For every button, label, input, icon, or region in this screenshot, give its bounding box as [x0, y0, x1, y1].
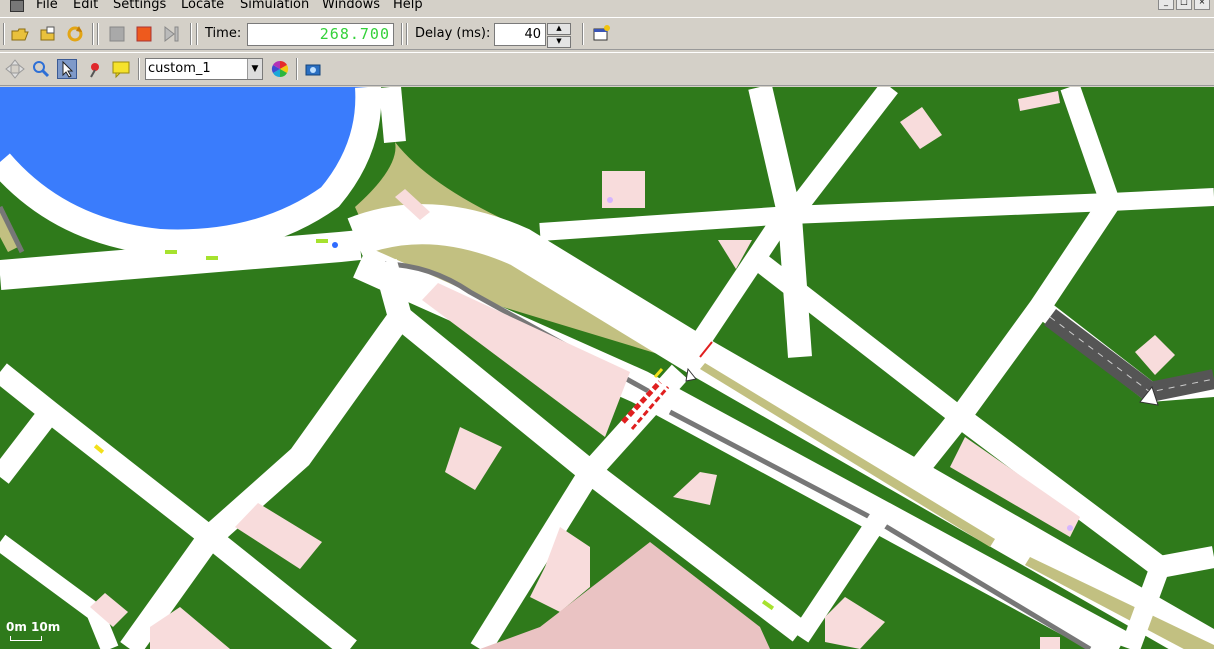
- new-window-icon: [593, 25, 610, 41]
- camera-icon: [305, 64, 321, 76]
- scale-bar: [10, 636, 42, 641]
- poi-button[interactable]: [85, 59, 105, 79]
- time-display: 268.700: [247, 23, 394, 46]
- magnifier-icon: [33, 61, 50, 78]
- menu-windows[interactable]: Windows: [322, 0, 380, 14]
- menu-locate[interactable]: Locate: [181, 0, 224, 14]
- menu-file[interactable]: File: [36, 0, 58, 14]
- color-scheme-select[interactable]: custom_1 ▼: [145, 58, 263, 80]
- toolbar-grip: [3, 23, 5, 45]
- network-map[interactable]: [0, 87, 1214, 649]
- reload-icon: [67, 26, 83, 42]
- delay-spinner[interactable]: ▲ ▼: [547, 23, 571, 48]
- delay-input[interactable]: 40: [494, 23, 546, 46]
- pin-icon: [90, 63, 99, 78]
- menu-help[interactable]: Help: [393, 0, 423, 14]
- recenter-icon: [5, 59, 25, 79]
- spin-up-icon[interactable]: ▲: [547, 23, 571, 35]
- new-view-button[interactable]: [591, 24, 611, 44]
- restore-icon[interactable]: □: [1176, 0, 1192, 10]
- locate-button[interactable]: [31, 59, 51, 79]
- screenshot-button[interactable]: [303, 59, 323, 79]
- spin-down-icon[interactable]: ▼: [547, 36, 571, 48]
- menu-edit[interactable]: Edit: [73, 0, 98, 14]
- speech-bubble-icon: [112, 61, 130, 79]
- open-config-button[interactable]: [10, 24, 30, 44]
- vehicle: [165, 250, 177, 254]
- scale-label: 0m 10m: [6, 620, 61, 634]
- stop-button-disabled[interactable]: [107, 24, 127, 44]
- stop-button[interactable]: [134, 24, 154, 44]
- open-folder-icon: [11, 28, 29, 41]
- scheme-value: custom_1: [148, 61, 211, 76]
- reload-button[interactable]: [65, 24, 85, 44]
- menu-simulation[interactable]: Simulation: [240, 0, 309, 14]
- step-button[interactable]: [161, 24, 181, 44]
- cursor-icon: [62, 60, 74, 78]
- simulation-toolbar: Time: 268.700 Delay (ms): 40 ▲ ▼: [0, 17, 1214, 50]
- highway-segment: [1044, 309, 1214, 403]
- chevron-down-icon[interactable]: ▼: [247, 59, 262, 79]
- view-toolbar: custom_1 ▼: [0, 52, 1214, 86]
- step-icon: [164, 25, 179, 43]
- network-map-canvas[interactable]: 0m 10m: [0, 87, 1214, 649]
- menu-settings[interactable]: Settings: [113, 0, 166, 14]
- color-wheel-icon: [271, 60, 289, 78]
- delay-label: Delay (ms):: [415, 26, 491, 41]
- edit-coloring-button[interactable]: [270, 59, 290, 79]
- tooltip-button[interactable]: [111, 59, 131, 79]
- time-label: Time:: [205, 26, 242, 41]
- close-icon[interactable]: ×: [1194, 0, 1210, 10]
- menu-bar: File Edit Settings Locate Simulation Win…: [0, 0, 1214, 15]
- stop-icon: [109, 26, 125, 42]
- open-network-button[interactable]: [38, 24, 58, 44]
- app-icon: [10, 0, 24, 12]
- open-network-icon: [40, 26, 55, 41]
- stop-red-icon: [136, 26, 152, 42]
- minimize-icon[interactable]: _: [1158, 0, 1174, 10]
- recenter-view-button[interactable]: [5, 59, 25, 79]
- select-mode-button[interactable]: [57, 59, 77, 79]
